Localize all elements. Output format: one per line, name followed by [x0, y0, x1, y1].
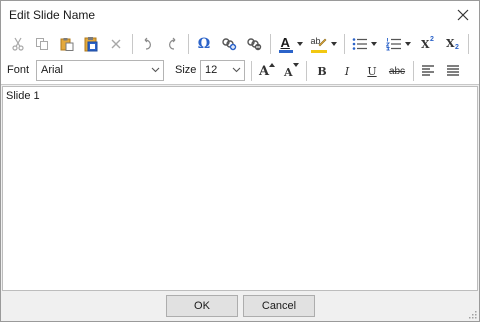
- insert-symbol-button[interactable]: Ω: [193, 33, 215, 55]
- grow-font-icon: A: [257, 62, 275, 80]
- paste-button[interactable]: [56, 33, 78, 55]
- underline-button[interactable]: U: [361, 61, 383, 81]
- chevron-down-icon: [370, 42, 377, 46]
- cut-icon: [12, 37, 24, 51]
- toolbar-row-editing: Ω A ab X 2 X 2: [1, 31, 479, 57]
- justify-button[interactable]: [442, 61, 464, 81]
- font-label: Font: [7, 64, 30, 76]
- align-left-icon: [422, 65, 434, 76]
- superscript-icon: X 2: [421, 36, 434, 51]
- italic-button[interactable]: I: [336, 61, 358, 81]
- strikethrough-icon: abc: [388, 65, 406, 77]
- separator: [188, 34, 189, 54]
- paste-special-icon: [84, 37, 98, 52]
- undo-icon: [144, 37, 151, 50]
- chevron-down-icon: [296, 42, 303, 46]
- redo-button[interactable]: [161, 33, 183, 55]
- separator: [270, 34, 271, 54]
- insert-link-button[interactable]: [218, 33, 240, 55]
- size-label: Size: [175, 64, 197, 76]
- redo-icon: [169, 37, 176, 50]
- separator: [468, 34, 469, 54]
- cut-button[interactable]: [7, 33, 29, 55]
- remove-link-icon: [247, 38, 262, 51]
- font-color-button[interactable]: A: [275, 33, 305, 55]
- delete-icon: [111, 39, 121, 49]
- underline-icon: U: [367, 64, 377, 78]
- separator: [344, 34, 345, 54]
- chevron-down-icon: [151, 67, 160, 73]
- numbering-icon: [385, 38, 401, 51]
- paste-special-button[interactable]: [81, 33, 103, 55]
- justify-icon: [447, 65, 459, 76]
- size-select[interactable]: 12: [200, 60, 245, 81]
- bold-icon: B: [317, 64, 327, 78]
- font-select[interactable]: Arial: [36, 60, 164, 81]
- size-select-value: 12: [205, 64, 218, 76]
- ok-button[interactable]: OK: [166, 295, 238, 317]
- subscript-button[interactable]: X 2: [442, 33, 464, 55]
- symbol-icon: Ω: [197, 36, 211, 52]
- chevron-down-icon: [404, 42, 411, 46]
- editor-text: Slide 1: [6, 90, 40, 102]
- close-icon: [457, 9, 469, 21]
- toolbar-row-formatting: Font Arial Size 12 A A B I U abc: [1, 59, 479, 83]
- delete-button[interactable]: [105, 33, 127, 55]
- chevron-down-icon: [232, 67, 241, 73]
- title-bar: Edit Slide Name: [1, 1, 479, 29]
- toolbar: Ω A ab X 2 X 2 Font Arial Size 12 A A B …: [1, 29, 479, 85]
- chevron-down-icon: [330, 42, 337, 46]
- bullets-icon: [352, 38, 367, 50]
- insert-link-icon: [222, 38, 237, 51]
- dialog-footer: OK Cancel: [1, 292, 479, 321]
- remove-link-button[interactable]: [243, 33, 265, 55]
- highlight-button[interactable]: ab: [307, 33, 339, 55]
- paste-icon: [60, 38, 74, 51]
- highlight-icon: ab: [310, 35, 328, 53]
- dialog-title: Edit Slide Name: [9, 8, 96, 22]
- superscript-button[interactable]: X 2: [417, 33, 439, 55]
- copy-icon: [36, 38, 48, 50]
- bullets-button[interactable]: [349, 33, 379, 55]
- align-left-button[interactable]: [417, 61, 439, 81]
- strikethrough-button[interactable]: abc: [385, 61, 409, 81]
- bold-button[interactable]: B: [311, 61, 333, 81]
- italic-icon: I: [344, 64, 350, 78]
- separator: [413, 61, 414, 81]
- slide-name-editor[interactable]: Slide 1: [2, 86, 478, 291]
- shrink-font-icon: A: [281, 62, 299, 80]
- separator: [306, 61, 307, 81]
- close-button[interactable]: [447, 1, 479, 29]
- edit-slide-name-dialog: Edit Slide Name Ω A ab X 2 X 2 Font Aria…: [0, 0, 480, 322]
- subscript-icon: X 2: [446, 37, 459, 51]
- copy-button[interactable]: [31, 33, 53, 55]
- grow-font-button[interactable]: A: [255, 61, 277, 81]
- separator: [251, 61, 252, 81]
- undo-button[interactable]: [137, 33, 159, 55]
- separator: [132, 34, 133, 54]
- numbering-button[interactable]: [383, 33, 413, 55]
- font-color-icon: A: [278, 35, 294, 53]
- font-select-value: Arial: [41, 64, 64, 76]
- shrink-font-button[interactable]: A: [279, 61, 301, 81]
- resize-grip-icon[interactable]: [467, 309, 477, 319]
- cancel-button[interactable]: Cancel: [243, 295, 315, 317]
